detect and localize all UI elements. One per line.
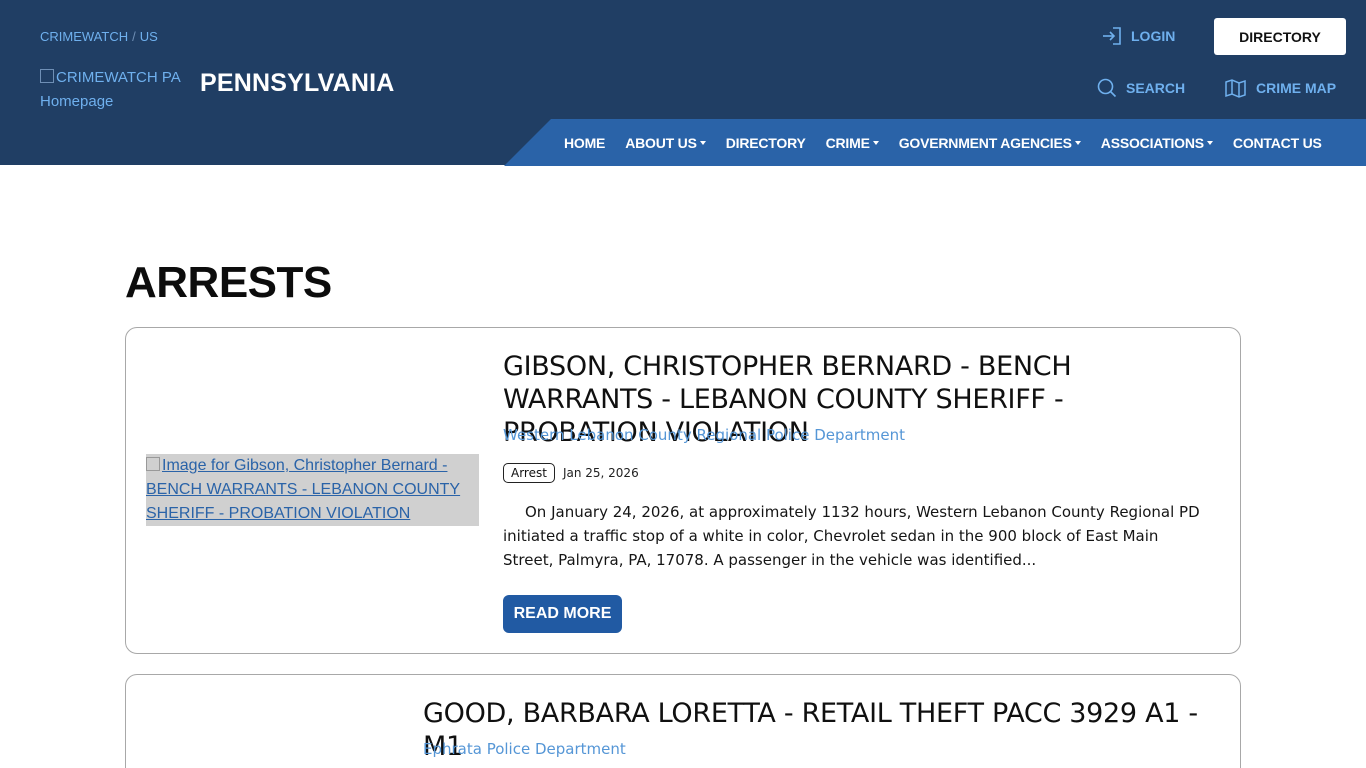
- nav-item-home[interactable]: HOME: [564, 135, 605, 151]
- post-image-alt: Image for Gibson, Christopher Bernard - …: [146, 457, 461, 522]
- caret-down-icon: [699, 140, 706, 145]
- nav-item-associations[interactable]: ASSOCIATIONS: [1101, 135, 1213, 151]
- nav-item-label: HOME: [564, 134, 606, 151]
- post-agency-link[interactable]: Western Lebanon County Regional Police D…: [503, 426, 905, 444]
- nav-item-label: CRIME: [825, 134, 870, 151]
- login-link[interactable]: LOGIN: [1101, 26, 1175, 46]
- login-icon: [1103, 27, 1121, 45]
- crime-map-label: CRIME MAP: [1256, 80, 1337, 96]
- crime-map-link[interactable]: CRIME MAP: [1225, 78, 1336, 98]
- broken-image-icon: [146, 457, 160, 471]
- nav-item-directory[interactable]: DIRECTORY: [726, 135, 806, 151]
- nav-item-label: ASSOCIATIONS: [1100, 134, 1204, 151]
- breadcrumb-root-link[interactable]: CRIMEWATCH: [40, 29, 128, 44]
- post-meta: Arrest Jan 25, 2026: [503, 463, 639, 483]
- logo-alt-text: CRIMEWATCH PA Homepage: [40, 69, 180, 110]
- post-card: Image for Gibson, Christopher Bernard - …: [125, 327, 1241, 654]
- site-header: CRIMEWATCH / US CRIMEWATCH PA Homepage PEN…: [0, 0, 1366, 166]
- nav-item-contact-us[interactable]: CONTACT US: [1233, 135, 1322, 151]
- post-date: Jan 25, 2026: [562, 466, 639, 480]
- breadcrumb: CRIMEWATCH / US: [40, 29, 158, 44]
- post-card: GOOD, BARBARA LORETTA - RETAIL THEFT PAC…: [125, 674, 1241, 768]
- broken-image-icon: [40, 69, 54, 83]
- nav-item-about-us[interactable]: ABOUT US: [625, 135, 706, 151]
- post-agency-link[interactable]: Ephrata Police Department: [423, 740, 626, 758]
- read-more-button[interactable]: READ MORE: [503, 595, 622, 633]
- page-title: ARRESTS: [125, 258, 332, 307]
- map-icon: [1225, 79, 1246, 98]
- post-image-link[interactable]: Image for Gibson, Christopher Bernard - …: [146, 454, 479, 526]
- login-label: LOGIN: [1131, 28, 1176, 44]
- post-excerpt: On January 24, 2026, at approximately 11…: [503, 503, 1200, 569]
- post-category-badge: Arrest: [503, 463, 555, 483]
- search-link[interactable]: SEARCH: [1097, 78, 1185, 98]
- search-label: SEARCH: [1126, 80, 1186, 96]
- nav-item-label: ABOUT US: [625, 134, 697, 151]
- site-logo-link[interactable]: CRIMEWATCH PA Homepage: [40, 66, 190, 114]
- caret-down-icon: [872, 140, 879, 145]
- nav-item-label: DIRECTORY: [725, 134, 806, 151]
- caret-down-icon: [1074, 140, 1081, 145]
- breadcrumb-current-link[interactable]: US: [140, 29, 158, 44]
- directory-button[interactable]: DIRECTORY: [1214, 18, 1346, 55]
- search-icon: [1097, 78, 1117, 98]
- nav-item-label: GOVERNMENT AGENCIES: [898, 134, 1072, 151]
- nav-item-government-agencies[interactable]: GOVERNMENT AGENCIES: [899, 135, 1081, 151]
- nav-item-crime[interactable]: CRIME: [826, 135, 879, 151]
- site-state-name: PENNSYLVANIA: [200, 69, 395, 97]
- nav-item-label: CONTACT US: [1232, 134, 1322, 151]
- caret-down-icon: [1206, 140, 1213, 145]
- main-nav: HOME ABOUT US DIRECTORY CRIME GOVERNMENT…: [504, 119, 1366, 166]
- breadcrumb-separator: /: [132, 29, 136, 44]
